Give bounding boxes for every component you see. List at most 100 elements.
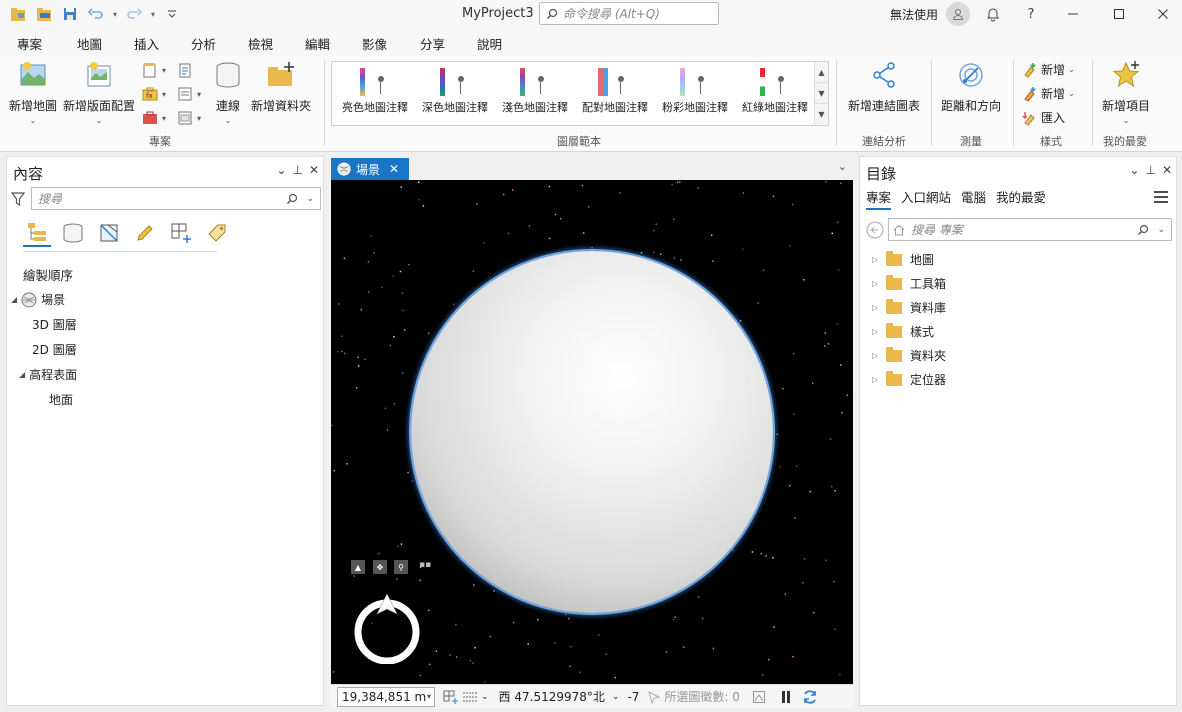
back-arrow-icon[interactable] <box>866 221 884 239</box>
grid-tools[interactable]: ⌄ <box>443 690 489 704</box>
first-person-icon[interactable]: ⚲ <box>394 560 408 574</box>
signin-status[interactable]: 無法使用 <box>890 6 938 23</box>
source-tab[interactable] <box>59 219 87 247</box>
compass-navigator-icon[interactable] <box>351 592 423 664</box>
add-report-tool[interactable] <box>176 61 194 79</box>
chevron-down-icon[interactable]: ⌄ <box>481 692 489 702</box>
style-import-button[interactable]: 匯入 <box>1022 109 1065 126</box>
catalog-item-locators[interactable]: ▷ 定位器 <box>872 370 946 388</box>
style-new-button-2[interactable]: 新增 ⌄ <box>1022 85 1075 102</box>
add-task-dropdown-icon[interactable]: ▾ <box>162 114 166 123</box>
collapse-icon[interactable]: ◢ <box>11 295 17 304</box>
snapping-tab[interactable] <box>167 219 195 247</box>
gallery-up-icon[interactable]: ▲ <box>815 62 828 83</box>
contents-search-input[interactable]: 搜尋 ⌄ <box>31 187 321 210</box>
save-project-button[interactable] <box>58 2 82 26</box>
close-pane-icon[interactable]: ✕ <box>1162 163 1172 177</box>
globe[interactable] <box>411 251 773 613</box>
gallery-item-muted[interactable]: 淺色地圖注釋 <box>494 66 576 115</box>
avatar[interactable] <box>946 2 970 26</box>
open-project-button[interactable] <box>32 2 56 26</box>
maximize-button[interactable] <box>1108 3 1130 25</box>
pause-drawing-icon[interactable] <box>780 690 792 704</box>
gallery-item-paired[interactable]: 配對地圖注釋 <box>574 66 656 115</box>
tree-item-elevation-surfaces[interactable]: ◢ 高程表面 <box>19 366 77 383</box>
pane-options-icon[interactable]: ⌄ <box>1129 163 1139 177</box>
navigator-full-control-icon[interactable]: ▪▪ <box>419 560 431 570</box>
close-window-button[interactable] <box>1152 3 1174 25</box>
help-button[interactable]: ? <box>1020 3 1042 25</box>
style-new-dropdown-icon-1[interactable]: ⌄ <box>1068 65 1075 74</box>
add-toolbox-dropdown-icon[interactable]: ▾ <box>162 90 166 99</box>
customize-qat-button[interactable] <box>160 2 184 26</box>
navigator-collapse-icon[interactable]: ▲ <box>351 560 365 574</box>
style-new-button-1[interactable]: 新增 ⌄ <box>1022 61 1075 78</box>
gallery-item-dark[interactable]: 深色地圖注釋 <box>414 66 496 115</box>
close-pane-icon[interactable]: ✕ <box>309 163 319 177</box>
tab-view[interactable]: 檢視 <box>248 34 273 53</box>
pan-mode-icon[interactable]: ✥ <box>373 560 387 574</box>
new-item-dropdown-icon[interactable]: ⌄ <box>1098 116 1154 125</box>
coordinate-readout[interactable]: 西 47.5129978°北 ⌄ <box>499 688 620 705</box>
connection-button[interactable]: 連線 ⌄ <box>208 60 248 125</box>
catalog-item-databases[interactable]: ▷ 資料庫 <box>872 298 946 316</box>
tree-item-scene[interactable]: ◢ 場景 <box>11 291 65 308</box>
hamburger-menu-icon[interactable] <box>1154 191 1168 203</box>
pin-icon[interactable]: ⊥ <box>1145 163 1155 177</box>
tree-item-ground[interactable]: 地面 <box>49 391 73 408</box>
tab-edit[interactable]: 編輯 <box>305 34 330 53</box>
tab-project[interactable]: 專案 <box>17 34 42 53</box>
selection-tab[interactable] <box>95 219 123 247</box>
gallery-item-redgreen[interactable]: 紅綠地圖注釋 <box>734 66 816 115</box>
filter-icon[interactable] <box>11 191 25 207</box>
redo-dropdown-icon[interactable]: ▾ <box>148 2 158 26</box>
expand-icon[interactable]: ▷ <box>872 327 882 336</box>
new-map-dropdown-icon[interactable]: ⌄ <box>6 116 60 125</box>
search-dropdown-icon[interactable]: ⌄ <box>306 194 314 204</box>
catalog-item-styles[interactable]: ▷ 樣式 <box>872 322 934 340</box>
add-task-tool[interactable]: ▾ <box>141 109 166 127</box>
catalog-search-input[interactable]: 搜尋 專案 ⌄ <box>888 218 1172 241</box>
catalog-tab-favorites[interactable]: 我的最愛 <box>996 187 1046 210</box>
pin-icon[interactable]: ⊥ <box>292 163 302 177</box>
scale-select[interactable]: 19,384,851 m ▾ <box>337 686 435 707</box>
chevron-down-icon[interactable]: ▾ <box>427 692 431 701</box>
expand-icon[interactable]: ▷ <box>872 303 882 312</box>
tab-map[interactable]: 地圖 <box>77 34 102 53</box>
add-style-tool[interactable]: ▾ <box>176 109 201 127</box>
expand-icon[interactable]: ▷ <box>872 375 882 384</box>
new-folder-button[interactable]: 新增資料夾 <box>250 60 312 114</box>
tabs-overflow-icon[interactable]: ⌄ <box>838 160 847 173</box>
tree-item-2d-layers[interactable]: 2D 圖層 <box>32 341 77 358</box>
tab-analysis[interactable]: 分析 <box>191 34 216 53</box>
add-notebook-dropdown-icon[interactable]: ▾ <box>197 90 201 99</box>
new-map-button[interactable]: 新增地圖 ⌄ <box>6 60 60 125</box>
undo-button[interactable] <box>84 2 108 26</box>
editing-tab[interactable] <box>131 219 159 247</box>
gallery-item-pastel[interactable]: 粉彩地圖注釋 <box>654 66 736 115</box>
tab-help[interactable]: 說明 <box>477 34 502 53</box>
collapse-icon[interactable]: ◢ <box>19 370 25 379</box>
minimize-button[interactable] <box>1062 3 1084 25</box>
connection-dropdown-icon[interactable]: ⌄ <box>208 116 248 125</box>
tree-item-3d-layers[interactable]: 3D 圖層 <box>32 316 77 333</box>
scene-view-canvas[interactable]: ▲ ✥ ⚲ ▪▪ <box>331 180 853 684</box>
catalog-item-folders[interactable]: ▷ 資料夾 <box>872 346 946 364</box>
expand-icon[interactable]: ▷ <box>872 255 882 264</box>
distance-direction-button[interactable]: 距離和方向 <box>939 60 1003 114</box>
undo-dropdown-icon[interactable]: ▾ <box>110 2 120 26</box>
gallery-item-light[interactable]: 亮色地圖注釋 <box>334 66 416 115</box>
catalog-tab-portal[interactable]: 入口網站 <box>901 187 951 210</box>
refresh-icon[interactable] <box>802 689 818 705</box>
add-item-dropdown-icon[interactable]: ▾ <box>162 66 166 75</box>
add-style-dropdown-icon[interactable]: ▾ <box>197 114 201 123</box>
style-new-dropdown-icon-2[interactable]: ⌄ <box>1068 89 1075 98</box>
catalog-tab-project[interactable]: 專案 <box>866 187 892 210</box>
gallery-down-icon[interactable]: ▼ <box>815 83 828 104</box>
expand-icon[interactable]: ▷ <box>872 279 882 288</box>
add-toolbox-tool[interactable]: fx ▾ <box>141 85 166 103</box>
new-item-button[interactable]: 新增項目 ⌄ <box>1098 60 1154 125</box>
tab-share[interactable]: 分享 <box>420 34 445 53</box>
new-layout-button[interactable]: 新增版面配置 ⌄ <box>62 60 136 125</box>
close-tab-icon[interactable]: ✕ <box>389 162 399 176</box>
